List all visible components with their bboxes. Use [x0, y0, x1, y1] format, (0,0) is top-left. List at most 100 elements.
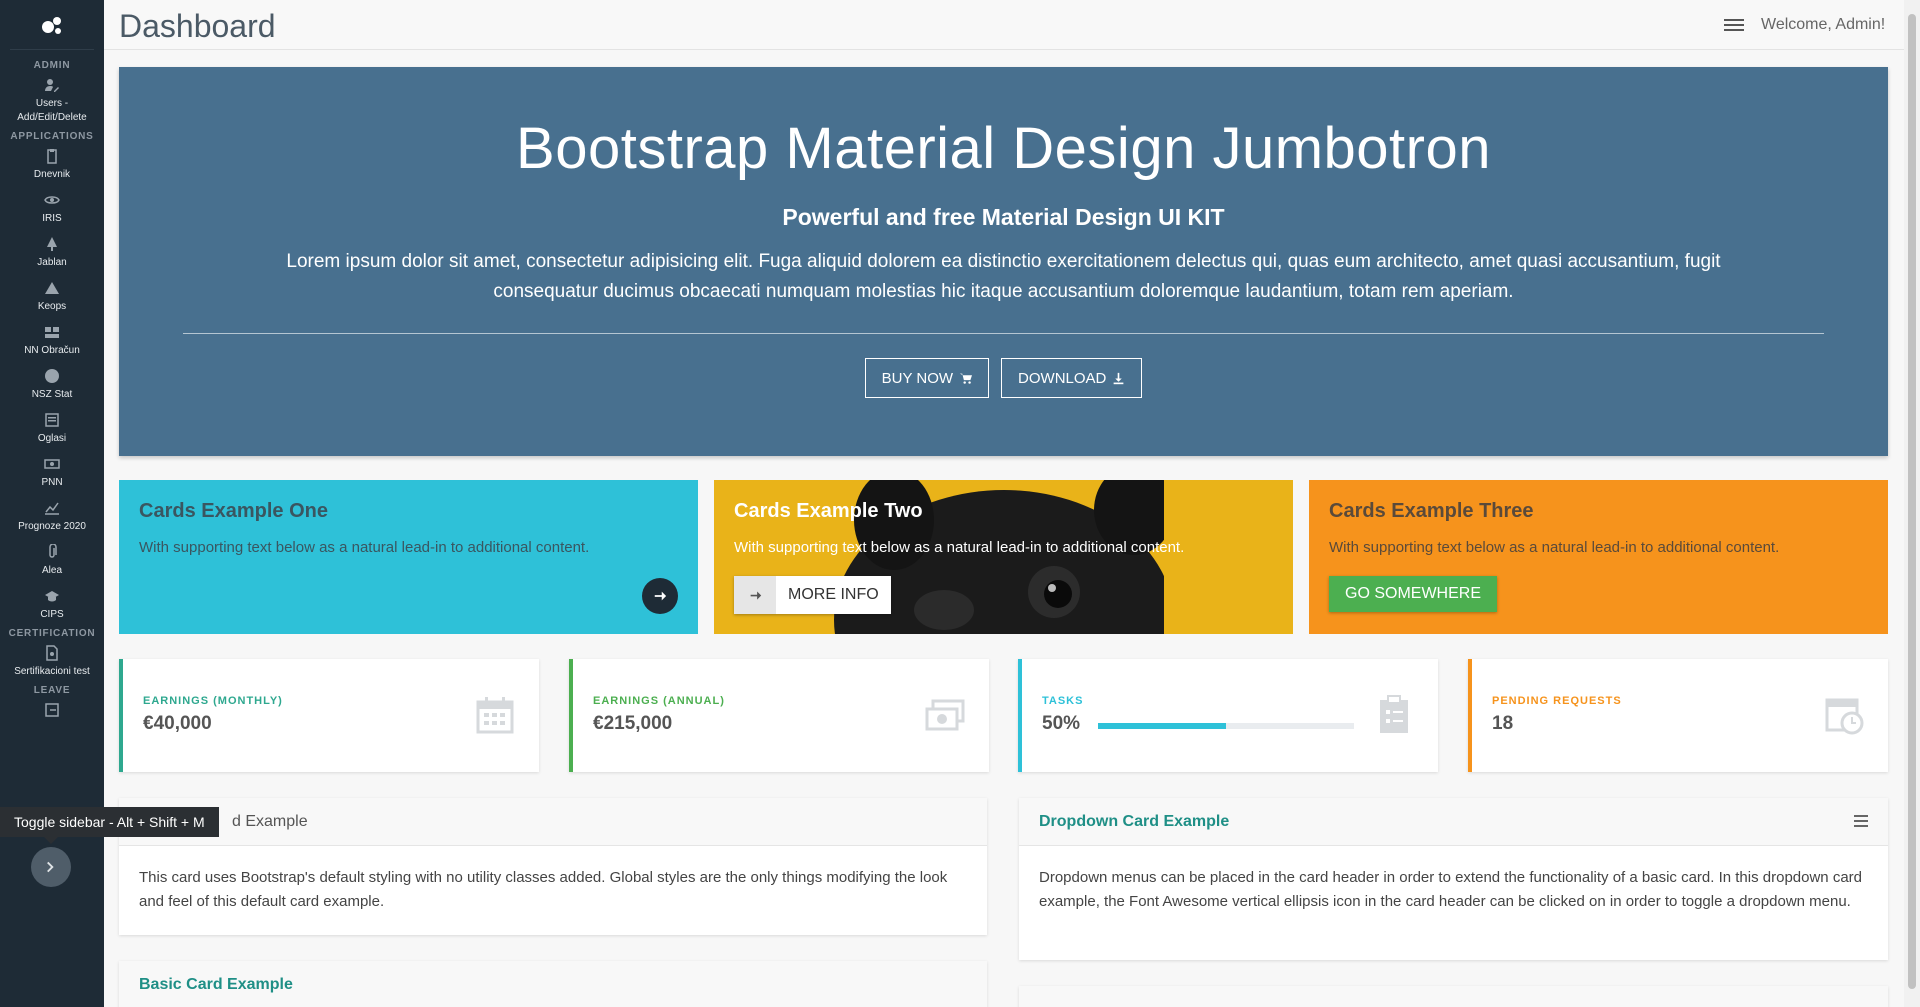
sidebar-item-iris[interactable]: IRIS	[0, 186, 104, 230]
certificate-icon	[46, 645, 58, 661]
default-card-title: d Example	[232, 812, 308, 830]
jumbotron-divider	[183, 333, 1824, 334]
arrow-right-icon	[750, 590, 761, 600]
sidebar-item-prognoze[interactable]: Prognoze 2020	[0, 494, 104, 538]
sidebar-section-applications: APPLICATIONS	[10, 131, 94, 142]
chevron-right-icon	[47, 861, 54, 873]
sidebar-toggle-tooltip: Toggle sidebar - Alt + Shift + M	[0, 807, 219, 837]
eye-icon	[44, 196, 60, 204]
sidebar-section-certification: CERTIFICATION	[8, 628, 96, 639]
stat-label: EARNINGS (MONTHLY)	[143, 695, 283, 707]
sidebar-item-label: NSZ Stat	[31, 389, 73, 400]
pyramid-icon	[45, 282, 59, 294]
sidebar-item-users[interactable]: Users - Add/Edit/Delete	[0, 71, 104, 129]
sidebar-section-leave: LEAVE	[33, 685, 71, 696]
page-scrollbar[interactable]	[1904, 0, 1920, 1007]
sidebar-item-label: Keops	[37, 301, 67, 312]
sidebar-item-leave[interactable]	[0, 696, 104, 726]
arrow-right-icon	[654, 591, 667, 601]
scrollbar-thumb[interactable]	[1908, 14, 1916, 989]
page-title: Dashboard	[119, 8, 276, 44]
clipboard-icon	[47, 149, 57, 164]
sidebar-item-oglasi[interactable]: Oglasi	[0, 406, 104, 450]
stat-label: PENDING REQUESTS	[1492, 695, 1622, 707]
tasks-progress-bar	[1098, 723, 1354, 729]
stat-earnings-annual: EARNINGS (ANNUAL) €215,000	[569, 659, 989, 772]
top-header: Dashboard Welcome, Admin!	[104, 0, 1904, 50]
default-card: d Example This card uses Bootstrap's def…	[119, 798, 987, 935]
dropdown-card: Dropdown Card Example Dropdown menus can…	[1019, 798, 1888, 960]
buy-now-label: BUY NOW	[881, 369, 954, 387]
menu-icon[interactable]	[1724, 16, 1744, 34]
clock-icon	[1825, 698, 1864, 735]
card-title: Cards Example Three	[1329, 500, 1534, 522]
sidebar-item-label: Prognoze 2020	[18, 521, 86, 532]
calculator-icon	[45, 327, 59, 338]
clipboard-list-icon	[1380, 695, 1408, 733]
default-card-header: d Example	[119, 798, 987, 846]
newspaper-icon	[45, 413, 59, 427]
exit-icon	[45, 703, 59, 717]
default-card-body: This card uses Bootstrap's default styli…	[139, 869, 948, 910]
dropdown-menu-icon[interactable]	[1854, 815, 1868, 827]
basic-card: Basic Card Example	[119, 961, 987, 1007]
sidebar: ADMIN Users - Add/Edit/Delete APPLICATIO…	[0, 0, 104, 1007]
stat-value: 18	[1492, 713, 1514, 734]
download-icon	[1114, 372, 1124, 384]
go-somewhere-button[interactable]: GO SOMEWHERE	[1329, 576, 1498, 612]
more-info-label: MORE INFO	[788, 586, 879, 603]
card-text: With supporting text below as a natural …	[1329, 539, 1780, 556]
card-example-one: Cards Example One With supporting text b…	[119, 480, 698, 634]
buy-now-button[interactable]: BUY NOW	[864, 358, 990, 398]
card-example-two: Cards Example Two With supporting text b…	[714, 480, 1293, 634]
sidebar-item-label: Users - Add/Edit/Delete	[17, 98, 87, 123]
sidebar-item-nn-obracun[interactable]: NN Obračun	[0, 318, 104, 362]
tree-icon	[47, 237, 57, 251]
card-text: With supporting text below as a natural …	[139, 539, 590, 556]
jumbotron-subtitle: Powerful and free Material Design UI KIT	[782, 204, 1225, 230]
sidebar-item-dnevnik[interactable]: Dnevnik	[0, 142, 104, 186]
sidebar-item-nsz-stat[interactable]: NSZ Stat	[0, 362, 104, 406]
basic-card-title: Basic Card Example	[139, 975, 293, 993]
sidebar-item-label: PNN	[41, 477, 63, 488]
sidebar-item-cips[interactable]: CIPS	[0, 582, 104, 626]
sidebar-item-label: IRIS	[42, 213, 62, 224]
sidebar-item-label: Oglasi	[37, 433, 67, 444]
dropdown-card-body: Dropdown menus can be placed in the card…	[1039, 869, 1862, 910]
sidebar-item-label: Jablan	[37, 257, 67, 268]
collapsible-card	[1019, 986, 1888, 1007]
card-example-three: Cards Example Three With supporting text…	[1309, 480, 1888, 634]
stat-value: €40,000	[143, 713, 212, 734]
stat-value: €215,000	[593, 713, 673, 734]
card-arrow-button[interactable]	[642, 578, 678, 614]
globe-icon	[45, 369, 59, 383]
sidebar-section-admin: ADMIN	[33, 60, 71, 71]
more-info-button[interactable]: MORE INFO	[734, 576, 891, 614]
download-button[interactable]: DOWNLOAD	[1001, 358, 1143, 398]
money-icon	[44, 459, 60, 469]
cart-icon	[959, 373, 973, 384]
app-logo[interactable]	[10, 0, 94, 50]
sidebar-item-label: Alea	[41, 565, 62, 576]
graduation-cap-icon	[45, 591, 59, 602]
paperclip-icon	[49, 544, 57, 558]
sidebar-item-sertifikacioni[interactable]: Sertifikacioni test	[0, 639, 104, 683]
sidebar-item-label: Dnevnik	[33, 169, 71, 180]
money-bill-icon	[925, 699, 965, 731]
sidebar-item-jablan[interactable]: Jablan	[0, 230, 104, 274]
sidebar-item-alea[interactable]: Alea	[0, 538, 104, 582]
sidebar-item-keops[interactable]: Keops	[0, 274, 104, 318]
stat-label: EARNINGS (ANNUAL)	[593, 695, 725, 707]
tasks-progress-fill	[1098, 723, 1226, 729]
dropdown-card-title: Dropdown Card Example	[1039, 812, 1230, 830]
sidebar-toggle-button[interactable]	[31, 847, 71, 887]
jumbotron-title: Bootstrap Material Design Jumbotron	[516, 116, 1491, 181]
logo-icon	[42, 16, 61, 34]
basic-card-header: Basic Card Example	[119, 961, 987, 1007]
stat-pending-requests: PENDING REQUESTS 18	[1468, 659, 1888, 772]
stat-tasks: TASKS 50%	[1018, 659, 1438, 772]
sidebar-item-pnn[interactable]: PNN	[0, 450, 104, 494]
user-edit-icon	[45, 79, 59, 92]
welcome-text: Welcome, Admin!	[1761, 16, 1886, 33]
card-text: With supporting text below as a natural …	[734, 539, 1185, 556]
